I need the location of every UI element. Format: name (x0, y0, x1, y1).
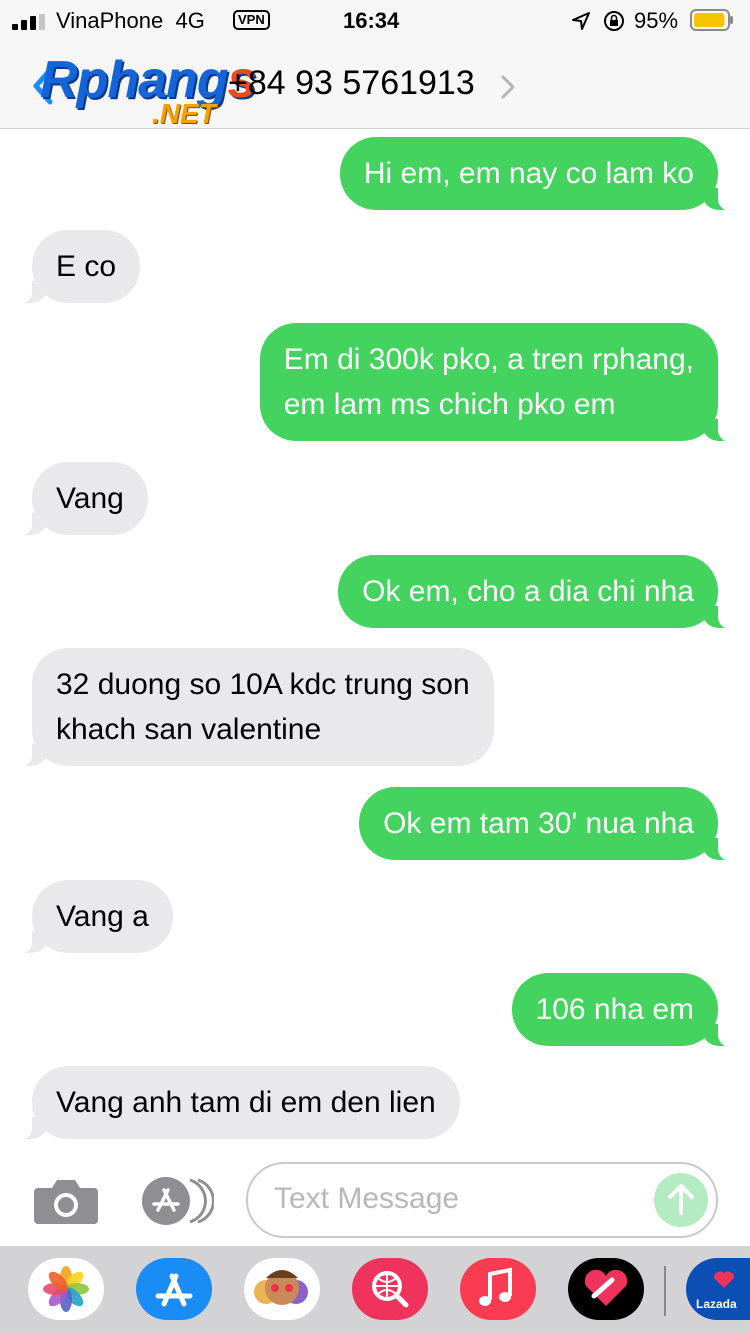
message-text: Hi em, em nay co lam ko (363, 157, 694, 190)
logo-net-text: .NET (152, 98, 216, 129)
status-bar: VinaPhone 4G VPN 16:34 95% (0, 0, 750, 44)
chevron-right-icon[interactable] (500, 74, 516, 100)
photos-icon (43, 1266, 89, 1312)
message-bubble-outgoing[interactable]: Hi em, em nay co lam ko (339, 137, 733, 211)
heart-app-icon (584, 1269, 628, 1306)
logo-main-text: Rphangs (40, 50, 256, 110)
web-search-icon (372, 1271, 409, 1308)
carrier-label: VinaPhone (56, 8, 164, 33)
lazada-app[interactable]: Lazada (686, 1258, 750, 1320)
message-text: E co (56, 250, 117, 283)
battery-icon (690, 9, 733, 31)
music-icon (479, 1267, 512, 1306)
carrier-name: VinaPhone 4G (56, 8, 205, 34)
message-text: Vang anh tam di em den lien (56, 1086, 436, 1119)
message-text: Vang a (56, 900, 149, 933)
vpn-badge: VPN (233, 10, 270, 30)
music-app[interactable] (460, 1258, 536, 1320)
message-text: khach san valentine (56, 713, 322, 746)
dock-divider (664, 1266, 666, 1316)
memoji-icon (254, 1270, 308, 1305)
location-arrow-icon (572, 12, 590, 30)
message-bubble-outgoing[interactable]: Em di 300k pko, a tren rphang, em lam ms… (259, 323, 733, 442)
app-store-app[interactable] (136, 1258, 212, 1320)
message-bubble-outgoing[interactable]: Ok em, cho a dia chi nha (338, 555, 732, 629)
message-text: Ok em, cho a dia chi nha (362, 575, 694, 608)
lazada-label: Lazada (696, 1297, 737, 1311)
message-text: Ok em tam 30' nua nha (383, 807, 694, 840)
status-time: 16:34 (343, 8, 400, 33)
message-bubble-incoming[interactable]: Vang (18, 462, 148, 536)
camera-icon[interactable] (34, 1176, 98, 1226)
photos-app[interactable] (28, 1258, 104, 1320)
battery-percent: 95% (634, 8, 679, 33)
message-bubble-incoming[interactable]: Vang a (18, 880, 173, 954)
contact-name[interactable]: +84 93 5761913 (228, 64, 475, 103)
message-text: em lam ms chich pko em (283, 388, 616, 421)
message-bubble-incoming[interactable]: Vang anh tam di em den lien (18, 1066, 460, 1140)
memoji-app[interactable] (244, 1258, 320, 1320)
web-search-app[interactable] (352, 1258, 428, 1320)
heart-app[interactable] (568, 1258, 644, 1320)
message-text: Em di 300k pko, a tren rphang, (283, 343, 694, 376)
message-text: 32 duong so 10A kdc trung son (56, 668, 470, 701)
message-bubble-outgoing[interactable]: Ok em tam 30' nua nha (359, 787, 732, 861)
message-input-placeholder: Text Message (274, 1182, 460, 1215)
message-text: Vang (56, 482, 124, 515)
message-bubble-incoming[interactable]: E co (17, 230, 141, 304)
message-text: 106 nha em (535, 993, 694, 1026)
message-input[interactable]: Text Message (246, 1162, 718, 1238)
send-arrow-icon[interactable] (654, 1173, 708, 1227)
message-bubble-outgoing[interactable]: 106 nha em (511, 973, 733, 1047)
imessage-app-drawer: Lazada (0, 1246, 750, 1334)
message-bubble-incoming[interactable]: 32 duong so 10A kdc trung son khach san … (18, 648, 494, 767)
lazada-icon: Lazada (696, 1271, 737, 1311)
conversation-header: Rphangs .NET +84 93 5761913 (0, 44, 750, 129)
app-store-icon (155, 1273, 193, 1307)
rotation-lock-icon (604, 11, 624, 31)
signal-strength-icon (12, 14, 45, 30)
network-type: 4G (175, 8, 205, 33)
app-store-apps-icon[interactable] (138, 1176, 214, 1226)
